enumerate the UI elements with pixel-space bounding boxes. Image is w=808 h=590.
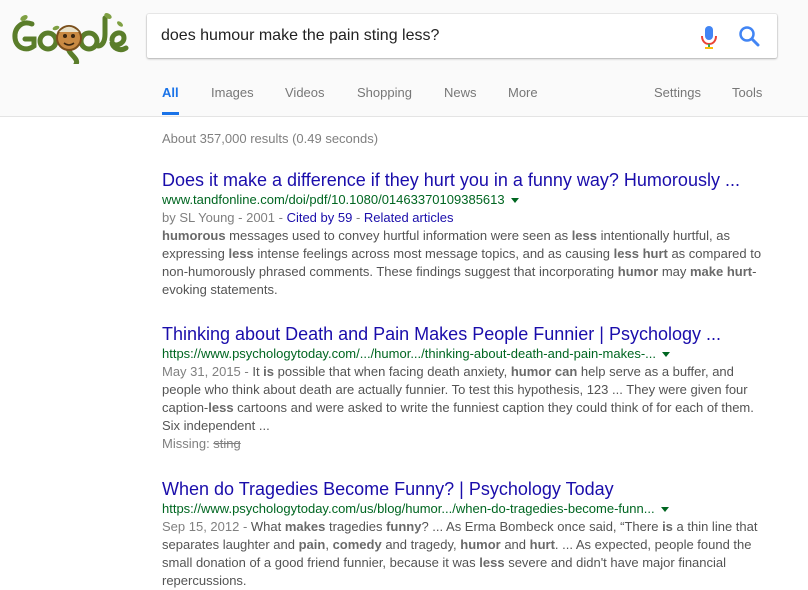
result-date: May 31, 2015 - — [162, 364, 253, 379]
missing-label: Missing: — [162, 436, 214, 451]
tab-videos[interactable]: Videos — [285, 84, 325, 115]
result-url: www.tandfonline.com/doi/pdf/10.1080/0146… — [162, 191, 782, 209]
cited-by-link[interactable]: Cited by 59 — [287, 210, 353, 225]
snippet-text: messages used to convey hurtful informat… — [225, 228, 572, 243]
result-title-link[interactable]: When do Tragedies Become Funny? | Psycho… — [162, 478, 614, 500]
highlighted-term: less — [208, 400, 234, 415]
search-result: When do Tragedies Become Funny? | Psycho… — [162, 478, 782, 590]
snippet-text: It — [252, 364, 264, 379]
tab-tools[interactable]: Tools — [732, 84, 762, 115]
snippet-text: possible that when facing death anxiety, — [274, 364, 511, 379]
result-url: https://www.psychologytoday.com/us/blog/… — [162, 500, 782, 518]
snippet-text: tragedies — [325, 519, 387, 534]
search-result: Does it make a difference if they hurt y… — [162, 169, 782, 299]
header: All Images Videos Shopping News More Set… — [0, 0, 808, 117]
highlighted-term: humor — [460, 537, 501, 552]
search-icon[interactable] — [738, 25, 760, 47]
result-url-text: www.tandfonline.com/doi/pdf/10.1080/0146… — [162, 192, 505, 207]
highlighted-term: less — [479, 555, 505, 570]
snippet-text: and tragedy, — [381, 537, 461, 552]
url-dropdown-icon[interactable] — [662, 352, 670, 358]
highlighted-term: funny — [386, 519, 422, 534]
result-title-link[interactable]: Does it make a difference if they hurt y… — [162, 169, 740, 191]
missing-term: sting — [213, 436, 241, 451]
highlighted-term: make hurt — [690, 264, 753, 279]
result-url-text: https://www.psychologytoday.com/.../humo… — [162, 346, 656, 361]
result-snippet: May 31, 2015 - It is possible that when … — [162, 363, 767, 435]
snippet-text: intense feelings across most message top… — [253, 246, 614, 261]
highlighted-term: comedy — [332, 537, 382, 552]
result-snippet: Sep 15, 2012 - What makes tragedies funn… — [162, 518, 767, 590]
related-articles-link[interactable]: Related articles — [364, 210, 454, 225]
result-author-year: by SL Young - 2001 - — [162, 210, 287, 225]
result-snippet: humorous messages used to convey hurtful… — [162, 227, 767, 299]
highlighted-term: pain — [298, 537, 326, 552]
snippet-text: may — [658, 264, 690, 279]
snippet-text: ? ... As Erma Bombeck once said, “There — [421, 519, 663, 534]
highlighted-term: makes — [284, 519, 326, 534]
search-input[interactable] — [161, 14, 681, 58]
microphone-icon[interactable] — [698, 24, 720, 50]
result-date: Sep 15, 2012 - — [162, 519, 251, 534]
highlighted-term: hurt — [529, 537, 555, 552]
result-url: https://www.psychologytoday.com/.../humo… — [162, 345, 782, 363]
highlighted-term: less hurt — [613, 246, 668, 261]
search-tabs: All Images Videos Shopping News More Set… — [0, 84, 808, 116]
tab-more[interactable]: More — [508, 84, 538, 115]
result-url-text: https://www.psychologytoday.com/us/blog/… — [162, 501, 655, 516]
snippet-text: and — [500, 537, 530, 552]
highlighted-term: is — [662, 519, 673, 534]
highlighted-term: less — [571, 228, 597, 243]
tab-all[interactable]: All — [162, 84, 179, 115]
highlighted-term: humor can — [510, 364, 578, 379]
highlighted-term: is — [263, 364, 275, 379]
tab-shopping[interactable]: Shopping — [357, 84, 412, 115]
google-doodle-logo[interactable] — [10, 8, 130, 64]
highlighted-term: humorous — [162, 228, 226, 243]
result-title-link[interactable]: Thinking about Death and Pain Makes Peop… — [162, 323, 721, 345]
snippet-text: What — [250, 519, 285, 534]
tab-settings[interactable]: Settings — [654, 84, 701, 115]
highlighted-term: humor — [617, 264, 659, 279]
result-meta: by SL Young - 2001 - Cited by 59 - Relat… — [162, 209, 782, 227]
snippet-text: cartoons and were asked to write the fun… — [162, 400, 754, 433]
meta-separator: - — [352, 210, 364, 225]
missing-terms: Missing: sting — [162, 435, 782, 453]
url-dropdown-icon[interactable] — [510, 198, 519, 204]
url-dropdown-icon[interactable] — [660, 507, 669, 513]
search-box[interactable] — [147, 14, 777, 58]
tab-images[interactable]: Images — [211, 84, 254, 115]
search-result: Thinking about Death and Pain Makes Peop… — [162, 323, 782, 453]
tab-news[interactable]: News — [444, 84, 477, 115]
result-stats: About 357,000 results (0.49 seconds) — [162, 131, 379, 146]
snippet-text: , — [325, 537, 333, 552]
highlighted-term: less — [228, 246, 254, 261]
